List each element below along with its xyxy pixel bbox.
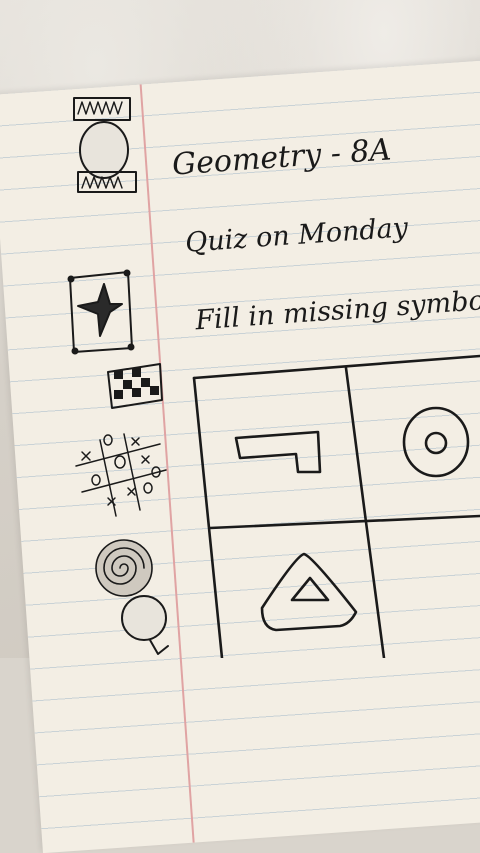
l-shape-icon — [234, 430, 322, 474]
symbol-grid — [192, 354, 480, 658]
spiral-circle-icon — [95, 539, 153, 597]
checkerboard-icon — [107, 363, 163, 409]
tic-tac-toe-icon — [75, 433, 167, 517]
triangle-in-triangle-icon — [260, 552, 358, 632]
star-in-square-icon — [67, 269, 135, 355]
capital-column-icon — [73, 97, 137, 193]
doodle-layer — [67, 97, 480, 658]
circle-in-circle-icon — [402, 406, 470, 478]
circle-face-icon — [121, 595, 169, 655]
